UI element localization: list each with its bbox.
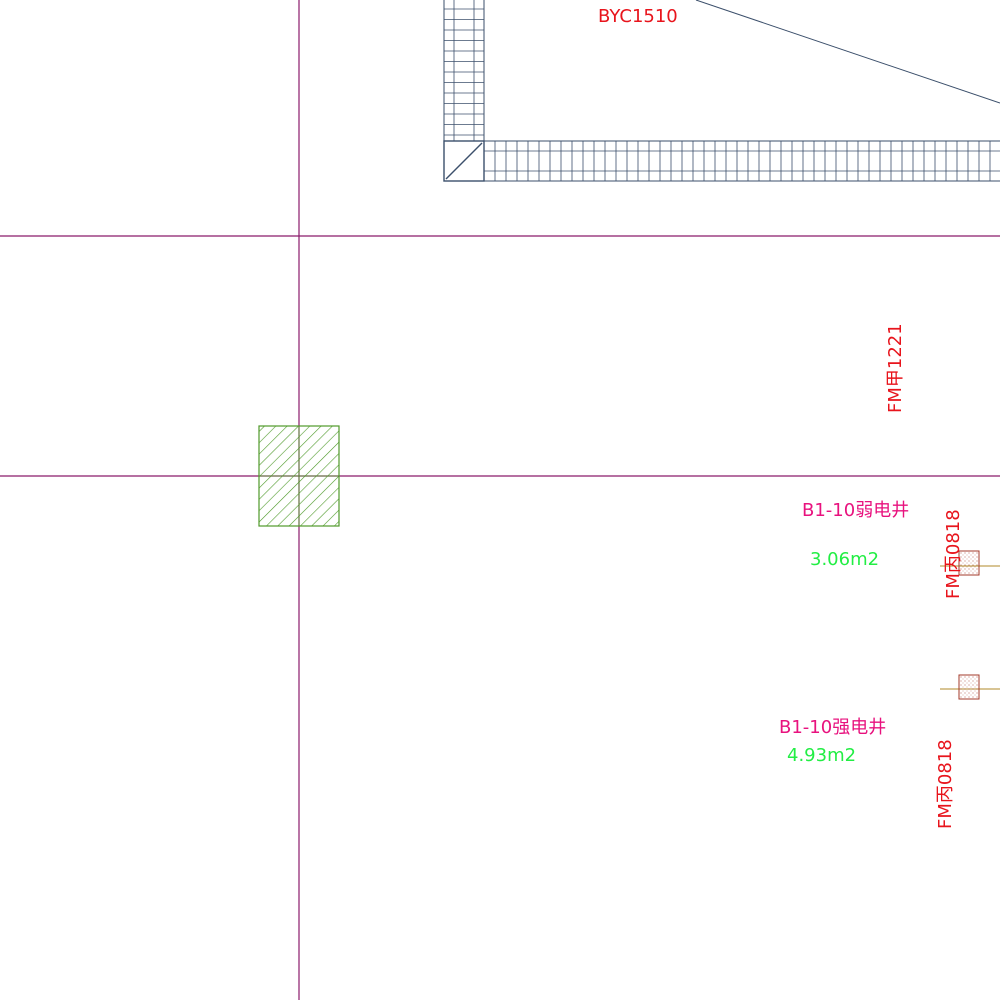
room-area-strong-shaft: 4.93m2: [787, 745, 856, 766]
room-name-strong-shaft: B1-10强电井: [779, 717, 886, 738]
hatched-column-icon: [258, 425, 340, 527]
stair-cut-line: [695, 0, 1000, 104]
floor-plan-canvas: BYC1510 FM甲1221 B1-10弱电井 3.06m2 FM丙0818 …: [0, 0, 1000, 1000]
door-label-fm-bing-2: FM丙0818: [935, 739, 956, 829]
shaft-outlet-icon: [940, 674, 1000, 700]
window-label: BYC1510: [598, 6, 678, 27]
stair-vertical-flight: [443, 0, 485, 182]
stair-vertical-treads: [444, 8, 484, 136]
room-area-weak-shaft: 3.06m2: [810, 549, 879, 570]
door-label-fm-bing-1: FM丙0818: [943, 509, 964, 599]
room-name-weak-shaft: B1-10弱电井: [802, 500, 909, 521]
stair-horizontal-flight: [443, 140, 1000, 182]
stair-structure: [443, 0, 1000, 182]
door-label-fm-jia: FM甲1221: [885, 323, 906, 413]
stair-landing-diagonal: [445, 142, 483, 180]
stair-horizontal-treads: [494, 141, 991, 181]
